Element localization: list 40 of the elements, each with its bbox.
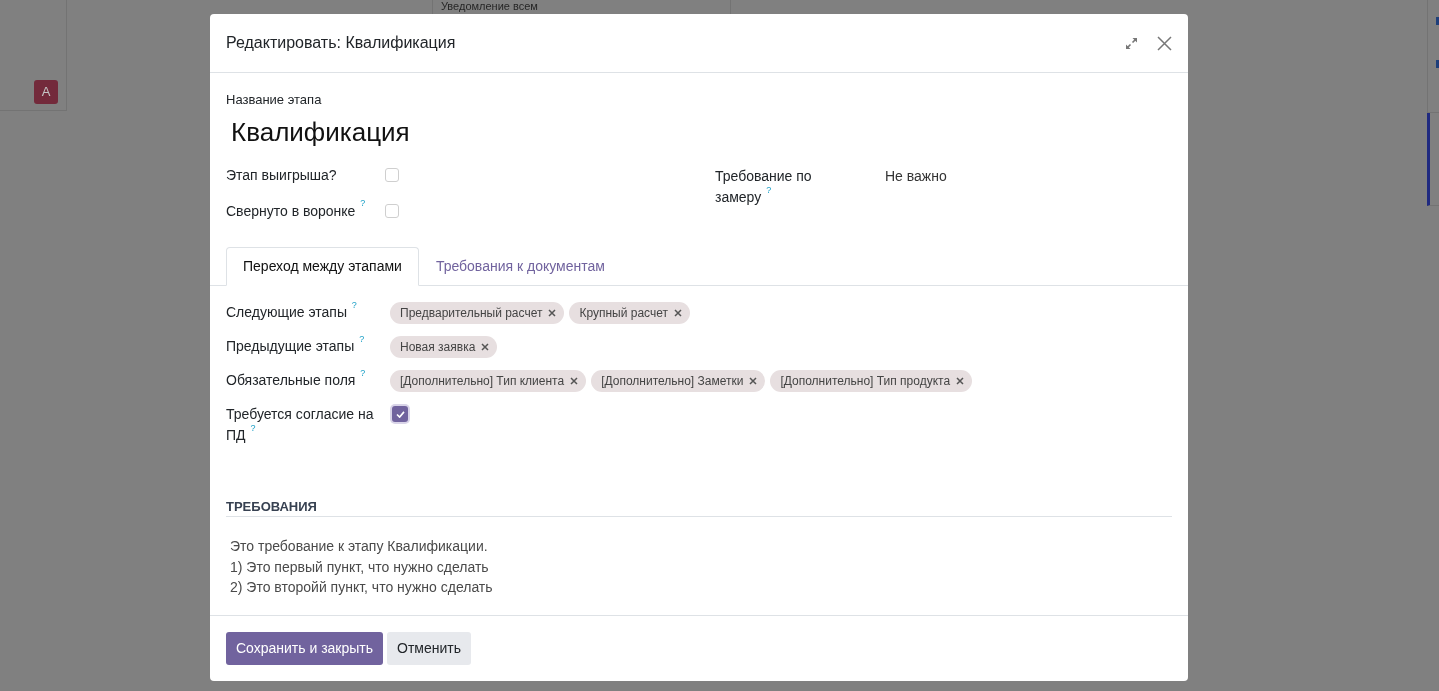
- tab[interactable]: Требования к документам: [418, 247, 622, 286]
- field-label: Предыдущие этапы $^{?}$: [226, 336, 365, 356]
- field-label: Название этапа: [226, 93, 322, 107]
- requirement-text: 1) Это первый пункт, что нужно сделать: [230, 557, 489, 577]
- remove-icon[interactable]: [674, 309, 682, 317]
- tag-label: [Дополнительно] Заметки: [601, 373, 744, 390]
- tab[interactable]: Переход между этапами: [226, 247, 419, 286]
- requirement-text: Это требование к этапу Квалификации.: [230, 537, 488, 556]
- remove-icon[interactable]: [548, 309, 557, 317]
- section-heading: ТРЕБОВАНИЯ: [226, 498, 1172, 517]
- close-icon[interactable]: [1157, 35, 1172, 51]
- checkbox[interactable]: [385, 204, 399, 218]
- tag-label: [Дополнительно] Тип продукта: [780, 373, 951, 390]
- remove-icon[interactable]: [956, 377, 965, 385]
- cancel-button[interactable]: Отменить: [387, 632, 472, 665]
- field-label: Этап выигрыша?: [226, 165, 337, 185]
- stage-name-field[interactable]: Квалификация: [226, 117, 1172, 148]
- remove-icon[interactable]: [749, 377, 758, 385]
- selected-item[interactable]: [1427, 113, 1439, 206]
- tag-label: Новая заявка: [400, 339, 476, 356]
- field-value[interactable]: Не важно: [885, 166, 947, 208]
- tag-label: [Дополнительно] Тип клиента: [400, 373, 565, 390]
- field-label: Требование по замеру $^{?}$: [715, 167, 813, 207]
- checkmark-icon: [395, 410, 405, 418]
- checkbox[interactable]: [385, 168, 399, 182]
- field-label: Требуется согласие на ПД $^{?}$: [226, 405, 375, 445]
- requirement-text: 2) Это второйй пункт, что нужно сделать: [230, 578, 493, 597]
- field-label: Следующие этапы $^{?}$: [226, 302, 357, 322]
- column-text: Уведомление всем: [441, 0, 538, 12]
- field-label: Обязательные поля $^{?}$: [226, 370, 366, 390]
- save-button[interactable]: Сохранить и закрыть: [226, 632, 384, 665]
- field-label: Свернуто в воронке $^{?}$: [226, 200, 366, 221]
- tag-label: Крупный расчет: [579, 305, 668, 322]
- tag-label: Предварительный расчет: [400, 305, 543, 322]
- checkbox[interactable]: [390, 404, 410, 424]
- expand-icon[interactable]: [1125, 36, 1138, 50]
- remove-icon[interactable]: [481, 343, 490, 351]
- dialog-title: Редактировать: Квалификация: [226, 33, 456, 53]
- remove-icon[interactable]: [570, 377, 579, 385]
- avatar: A: [34, 80, 58, 104]
